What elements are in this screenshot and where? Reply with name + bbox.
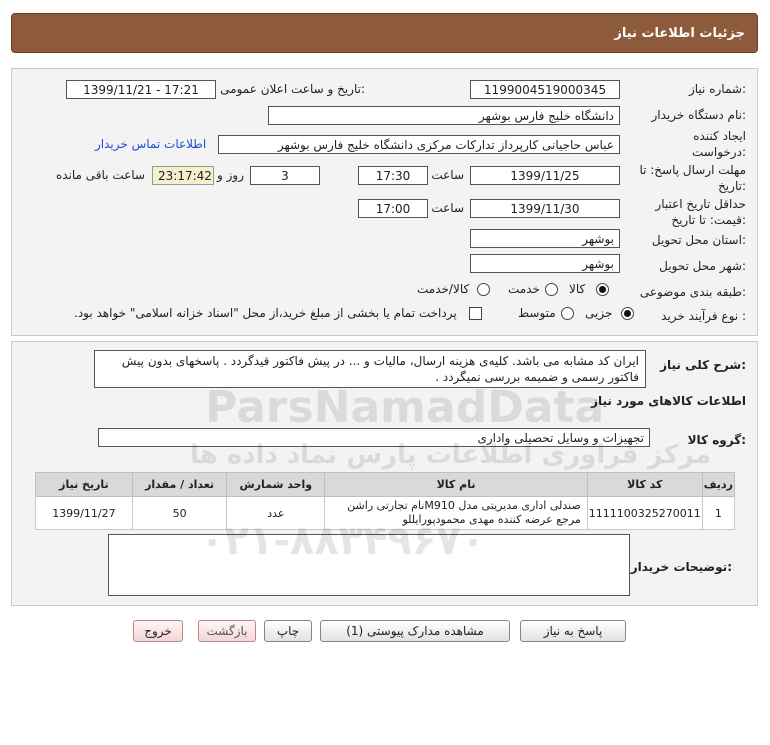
col-row: ردیف [701,472,736,497]
reply-button[interactable]: پاسخ به نیاز [520,620,626,642]
buyer-org-field: دانشگاه خلیج فارس بوشهر [268,106,620,125]
description-box: ایران کد مشابه می باشد. کلیه‌ی هزینه ارس… [94,350,646,388]
city-label: شهر محل تحویل: [659,259,746,273]
reply-deadline-label: مهلت ارسال پاسخ: تا تاریخ: [639,163,746,193]
col-code: کد کالا [586,472,703,497]
announce-field: 1399/11/21 - 17:21 [66,80,216,99]
col-date: تاریخ نیاز [35,472,133,497]
cell-unit: عدد [226,496,326,530]
reply-time-field: 17:30 [358,166,428,185]
announce-label: تاریخ و ساعت اعلان عمومی: [220,82,365,96]
category-radio-both[interactable] [477,283,490,296]
goods-group-field: تجهیزات و وسایل تحصیلی واداری [98,428,650,447]
creator-field: عباس حاجیانی کارپرداز تدارکات مرکزی دانش… [218,135,620,154]
province-label: استان محل تحویل: [651,233,746,247]
col-unit: واحد شمارش [226,472,326,497]
cell-name: صندلی اداری مدیریتی مدل M910نام تجارتی ر… [324,496,588,530]
buyer-contact-link[interactable]: اطلاعات تماس خریدار [95,137,206,151]
buyer-notes-label: توضیحات خریدار: [630,560,732,574]
goods-table: ردیف کد کالا نام کالا واحد شمارش تعداد /… [35,472,736,530]
col-name: نام کالا [324,472,588,497]
page-header: جزئیات اطلاعات نیاز [11,13,758,53]
need-number-field: 1199004519000345 [470,80,620,99]
province-field: بوشهر [470,229,620,248]
description-text: ایران کد مشابه می باشد. کلیه‌ی هزینه ارس… [121,354,639,384]
need-number-label: شماره نیاز: [688,82,746,96]
process-radio-medium[interactable] [561,307,574,320]
validity-label: حداقل تاریخ اعتبار قیمت: تا تاریخ: [655,197,746,227]
col-qty: تعداد / مقدار [131,472,228,497]
cell-date: 1399/11/27 [35,496,133,530]
category-option-both: کالا/خدمت [417,282,470,296]
process-option-partial: جزیی [585,306,613,320]
buyer-org-label: نام دستگاه خریدار: [651,108,747,122]
cell-qty: 50 [131,496,228,530]
table-row: 1 1111100325270011 صندلی اداری مدیریتی م… [35,496,736,530]
category-option-service: خدمت [508,282,540,296]
description-label: شرح کلی نیاز: [660,358,746,372]
city-field: بوشهر [470,254,620,273]
process-label: نوع فرآیند خرید : [661,309,746,323]
goods-table-header: ردیف کد کالا نام کالا واحد شمارش تعداد /… [35,472,736,497]
validity-time-label: ساعت [431,201,464,215]
goods-group-label: گروه کالا: [687,433,746,447]
category-option-goods: کالا [569,282,586,296]
category-radio-goods[interactable] [596,283,609,296]
exit-button[interactable]: خروج [133,620,183,642]
validity-date-field: 1399/11/30 [470,199,620,218]
reply-date-field: 1399/11/25 [470,166,620,185]
days-label: روز و [217,168,244,182]
buyer-notes-box [108,534,630,596]
page-title: جزئیات اطلاعات نیاز [614,25,745,41]
cell-row: 1 [701,496,736,530]
remaining-time-field: 23:17:42 [152,166,214,185]
print-button[interactable]: چاپ [264,620,312,642]
process-option-medium: متوسط [518,306,556,320]
treasury-payment-checkbox[interactable] [469,307,482,320]
remaining-label: ساعت باقی مانده [55,168,145,182]
category-radio-service[interactable] [545,283,558,296]
creator-label: ایجاد کننده درخواست: [692,129,746,159]
validity-time-field: 17:00 [358,199,428,218]
back-button[interactable]: بازگشت [198,620,256,642]
process-radio-partial[interactable] [621,307,634,320]
goods-section-title: اطلاعات کالاهای مورد نیاز [591,394,746,408]
cell-code: 1111100325270011 [586,496,703,530]
view-attachments-button[interactable]: مشاهده مدارک پیوستی (1) [320,620,510,642]
reply-time-label: ساعت [431,168,464,182]
days-field: 3 [250,166,320,185]
treasury-payment-note: پرداخت تمام یا بخشی از مبلغ خرید،از محل … [74,306,457,320]
category-label: طبقه بندی موضوعی: [639,285,746,299]
